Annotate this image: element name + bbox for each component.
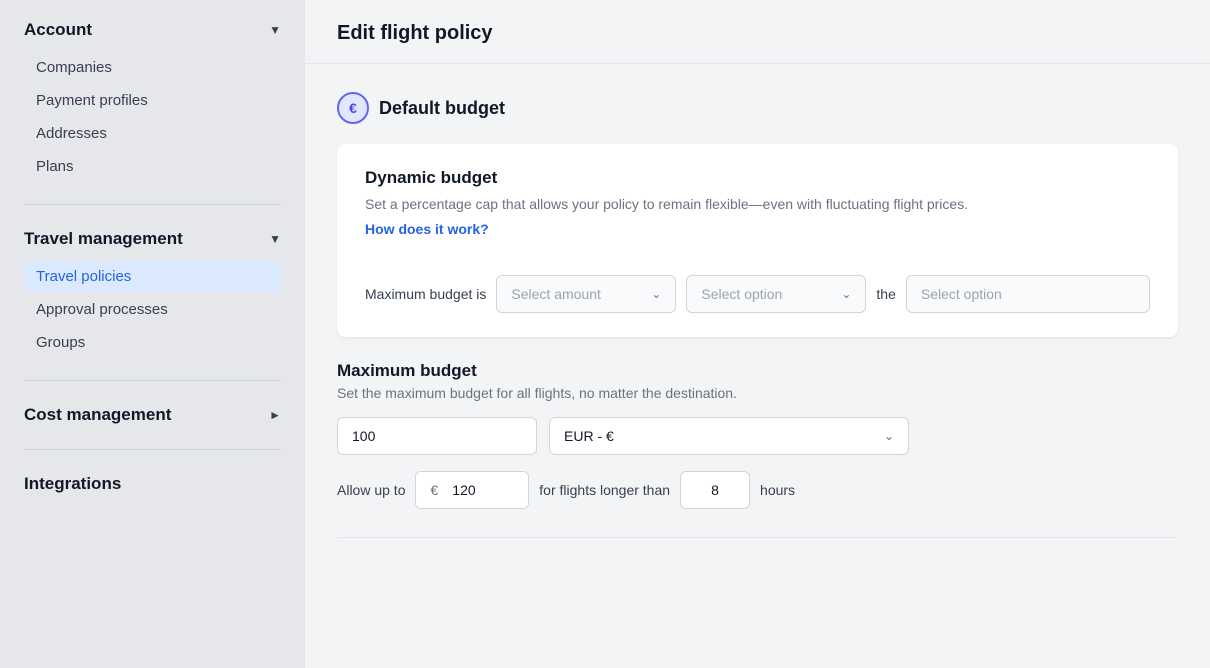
hours-label: hours (760, 482, 795, 498)
allow-up-to-label: Allow up to (337, 482, 405, 498)
select-option-1-chevron-icon: ⌄ (841, 287, 851, 301)
bottom-divider (337, 537, 1178, 538)
travel-section-header[interactable]: Travel management ▼ (24, 229, 281, 249)
maximum-budget-title: Maximum budget (337, 361, 1178, 381)
select-amount-chevron-icon: ⌄ (651, 287, 661, 301)
travel-section: Travel management ▼ Travel policies Appr… (0, 209, 305, 376)
currency-dropdown[interactable]: EUR - € ⌄ (549, 417, 909, 455)
sidebar-item-approval-processes[interactable]: Approval processes (24, 294, 281, 325)
sidebar-item-travel-policies[interactable]: Travel policies (24, 261, 281, 292)
amount-currency-row: EUR - € ⌄ (337, 417, 1178, 455)
sidebar-item-payment-profiles[interactable]: Payment profiles (24, 85, 281, 116)
maximum-budget-section: Maximum budget Set the maximum budget fo… (337, 361, 1178, 509)
integrations-section-header[interactable]: Integrations (24, 474, 281, 494)
maximum-budget-row: Maximum budget is Select amount ⌄ Select… (365, 275, 1150, 313)
page-title: Edit flight policy (337, 22, 1178, 45)
travel-section-title: Travel management (24, 229, 183, 249)
sidebar-item-groups[interactable]: Groups (24, 327, 281, 358)
maximum-budget-description: Set the maximum budget for all flights, … (337, 385, 1178, 401)
select-option-2-placeholder: Select option (921, 286, 1002, 302)
currency-chevron-icon: ⌄ (884, 429, 894, 443)
integrations-section-title: Integrations (24, 474, 121, 494)
dynamic-budget-card: Dynamic budget Set a percentage cap that… (337, 144, 1178, 337)
account-items-list: Companies Payment profiles Addresses Pla… (24, 52, 281, 192)
dynamic-budget-title: Dynamic budget (365, 168, 1150, 188)
allow-amount-wrapper: € (415, 471, 529, 509)
divider-3 (24, 449, 281, 450)
allow-amount-input[interactable] (448, 472, 528, 508)
euro-prefix-icon: € (416, 472, 448, 508)
account-section-header[interactable]: Account ▼ (24, 20, 281, 40)
default-budget-title: Default budget (379, 98, 505, 119)
select-amount-dropdown[interactable]: Select amount ⌄ (496, 275, 676, 313)
account-section-title: Account (24, 20, 92, 40)
default-budget-header: € Default budget (337, 92, 1178, 124)
cost-chevron-icon: ► (269, 408, 281, 422)
currency-label: EUR - € (564, 428, 614, 444)
allow-up-to-row: Allow up to € for flights longer than ho… (337, 471, 1178, 509)
select-option-2-dropdown[interactable]: Select option (906, 275, 1150, 313)
main-inner: Edit flight policy € Default budget Dyna… (305, 0, 1210, 668)
select-amount-placeholder: Select amount (511, 286, 601, 302)
hours-input[interactable] (680, 471, 750, 509)
maximum-budget-is-label: Maximum budget is (365, 286, 486, 302)
for-flights-label: for flights longer than (539, 482, 670, 498)
sidebar-item-companies[interactable]: Companies (24, 52, 281, 83)
page-header: Edit flight policy (305, 0, 1210, 64)
the-label: the (876, 286, 895, 302)
select-option-1-dropdown[interactable]: Select option ⌄ (686, 275, 866, 313)
integrations-section: Integrations (0, 454, 305, 514)
cost-section-header[interactable]: Cost management ► (24, 405, 281, 425)
how-does-it-work-link[interactable]: How does it work? (365, 221, 489, 237)
account-section: Account ▼ Companies Payment profiles Add… (0, 0, 305, 200)
divider-2 (24, 380, 281, 381)
dynamic-budget-description: Set a percentage cap that allows your po… (365, 194, 1150, 215)
content-area: € Default budget Dynamic budget Set a pe… (305, 64, 1210, 566)
sidebar-item-addresses[interactable]: Addresses (24, 118, 281, 149)
main-content: Edit flight policy € Default budget Dyna… (305, 0, 1210, 668)
account-chevron-icon: ▼ (269, 23, 281, 37)
divider-1 (24, 204, 281, 205)
travel-items-list: Travel policies Approval processes Group… (24, 261, 281, 368)
cost-section: Cost management ► (0, 385, 305, 445)
select-option-1-placeholder: Select option (701, 286, 782, 302)
sidebar: Account ▼ Companies Payment profiles Add… (0, 0, 305, 668)
amount-input[interactable] (337, 417, 537, 455)
sidebar-item-plans[interactable]: Plans (24, 151, 281, 182)
euro-icon: € (337, 92, 369, 124)
cost-section-title: Cost management (24, 405, 171, 425)
travel-chevron-icon: ▼ (269, 232, 281, 246)
